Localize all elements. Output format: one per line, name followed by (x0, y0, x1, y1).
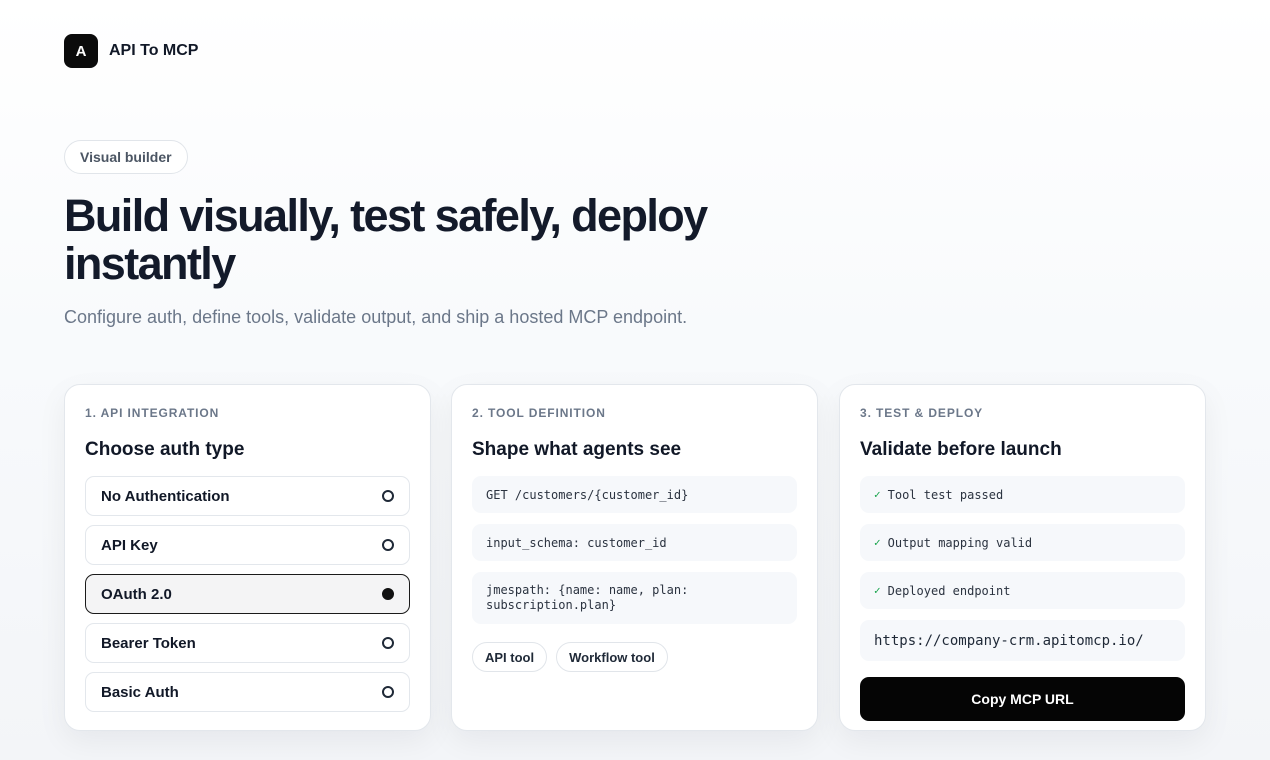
copy-mcp-url-button[interactable]: Copy MCP URL (860, 677, 1185, 721)
check-icon: ✓ (874, 488, 881, 501)
auth-option-label: OAuth 2.0 (101, 585, 172, 603)
radio-icon (382, 539, 394, 551)
check-tool-test: ✓ Tool test passed (860, 476, 1185, 513)
visual-builder-badge: Visual builder (64, 140, 188, 174)
card-title: Validate before launch (860, 439, 1062, 460)
mcp-url-field[interactable]: https://company-crm.apitomcp.io/ (860, 620, 1185, 661)
auth-option-label: API Key (101, 536, 158, 554)
card-title: Shape what agents see (472, 439, 682, 460)
code-jmespath: jmespath: {name: name, plan: subscriptio… (472, 572, 797, 624)
page-title: Build visually, test safely, deploy inst… (64, 190, 708, 289)
auth-option-label: Bearer Token (101, 634, 196, 652)
auth-option-bearer-token[interactable]: Bearer Token (85, 623, 410, 663)
test-deploy-card: 3. TEST & DEPLOY Validate before launch … (839, 384, 1206, 731)
brand[interactable]: A API To MCP (64, 34, 198, 68)
check-label: Output mapping valid (887, 535, 1033, 550)
radio-icon (382, 490, 394, 502)
workflow-tool-chip[interactable]: Workflow tool (556, 642, 668, 672)
api-integration-card: 1. API INTEGRATION Choose auth type No A… (64, 384, 431, 731)
step-label: 1. API INTEGRATION (85, 406, 220, 420)
radio-icon (382, 637, 394, 649)
check-label: Deployed endpoint (887, 583, 1011, 598)
radio-selected-icon (382, 588, 394, 600)
check-output-mapping: ✓ Output mapping valid (860, 524, 1185, 561)
card-title: Choose auth type (85, 439, 245, 460)
tool-definition-card: 2. TOOL DEFINITION Shape what agents see… (451, 384, 818, 731)
auth-option-api-key[interactable]: API Key (85, 525, 410, 565)
check-icon: ✓ (874, 584, 881, 597)
logo-icon: A (64, 34, 98, 68)
auth-option-oauth[interactable]: OAuth 2.0 (85, 574, 410, 614)
page-subtitle: Configure auth, define tools, validate o… (64, 307, 688, 327)
tool-type-chips: API tool Workflow tool (472, 642, 797, 672)
api-tool-chip[interactable]: API tool (472, 642, 548, 672)
auth-option-label: No Authentication (101, 487, 230, 505)
check-icon: ✓ (874, 536, 881, 549)
brand-name: API To MCP (109, 42, 199, 59)
auth-option-no-authentication[interactable]: No Authentication (85, 476, 410, 516)
auth-option-basic-auth[interactable]: Basic Auth (85, 672, 410, 712)
code-endpoint: GET /customers/{customer_id} (472, 476, 797, 513)
step-label: 2. TOOL DEFINITION (472, 406, 606, 420)
radio-icon (382, 686, 394, 698)
auth-option-label: Basic Auth (101, 683, 179, 701)
check-deployed-endpoint: ✓ Deployed endpoint (860, 572, 1185, 609)
check-label: Tool test passed (887, 487, 1004, 502)
step-label: 3. TEST & DEPLOY (860, 406, 984, 420)
code-input-schema: input_schema: customer_id (472, 524, 797, 561)
